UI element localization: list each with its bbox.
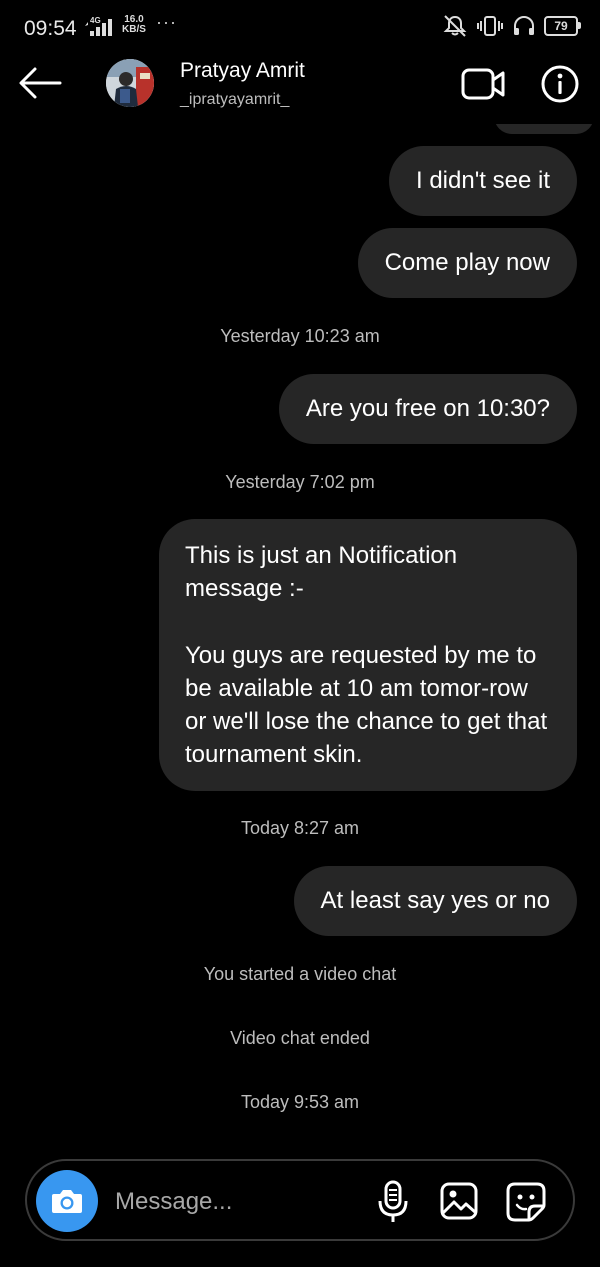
back-arrow-icon[interactable] (18, 66, 62, 100)
video-chat-event: You started a video chat (203, 964, 397, 984)
contact-username[interactable]: _ipratyayamrit_ (180, 91, 289, 109)
message-bubble-partial[interactable] (494, 124, 594, 134)
status-time: 09:54 (24, 17, 77, 40)
timestamp: Today 8:27 am (240, 818, 360, 838)
vibrate-off-icon (443, 15, 467, 37)
sticker-icon[interactable] (505, 1181, 547, 1223)
message-input[interactable] (113, 1181, 367, 1223)
info-icon[interactable] (540, 64, 580, 104)
gallery-icon[interactable] (439, 1181, 479, 1221)
message-text: I didn't see it (416, 167, 550, 194)
message-bubble[interactable]: Are you free on 10:30? (278, 374, 577, 444)
camera-button[interactable] (36, 1170, 98, 1232)
video-camera-icon[interactable] (460, 64, 506, 104)
timestamp: Yesterday 10:23 am (220, 326, 380, 346)
video-chat-event: Video chat ended (230, 1028, 370, 1048)
message-bubble[interactable]: Come play now (357, 228, 577, 298)
battery-indicator: 79 (544, 16, 581, 36)
message-thread: I didn't see it Come play now Yesterday … (0, 124, 600, 1154)
message-paragraph: You guys are requested by me to be avail… (185, 642, 548, 768)
message-text: At least say yes or no (320, 887, 550, 914)
message-bubble[interactable]: I didn't see it (389, 146, 577, 216)
message-bubble[interactable]: At least say yes or no (293, 866, 577, 936)
avatar[interactable] (106, 59, 154, 107)
message-bubble[interactable]: This is just an Notification message :- … (159, 519, 577, 791)
headphones-icon (514, 16, 534, 35)
camera-icon (52, 1190, 82, 1213)
message-composer (25, 1159, 575, 1241)
chat-header: Pratyay Amrit _ipratyayamrit_ (0, 56, 600, 124)
status-bar: 09:54 4G 16.0 KB/S ··· 79 (0, 0, 600, 56)
timestamp: Yesterday 7:02 pm (225, 472, 375, 492)
message-paragraph: This is just an Notification message :- (185, 542, 458, 602)
signal-icon: 4G (84, 16, 120, 43)
contact-name[interactable]: Pratyay Amrit (180, 59, 305, 83)
battery-level: 79 (554, 19, 568, 33)
timestamp: Today 9:53 am (240, 1092, 360, 1112)
vibrate-icon (477, 16, 503, 36)
message-text: Come play now (384, 249, 550, 276)
message-text: Are you free on 10:30? (305, 395, 550, 422)
microphone-icon[interactable] (375, 1179, 411, 1225)
network-speed: 16.0 KB/S (122, 15, 146, 35)
speed-unit: KB/S (122, 24, 146, 35)
network-type-label: 4G (90, 16, 101, 25)
more-notifications-icon: ··· (156, 12, 177, 32)
